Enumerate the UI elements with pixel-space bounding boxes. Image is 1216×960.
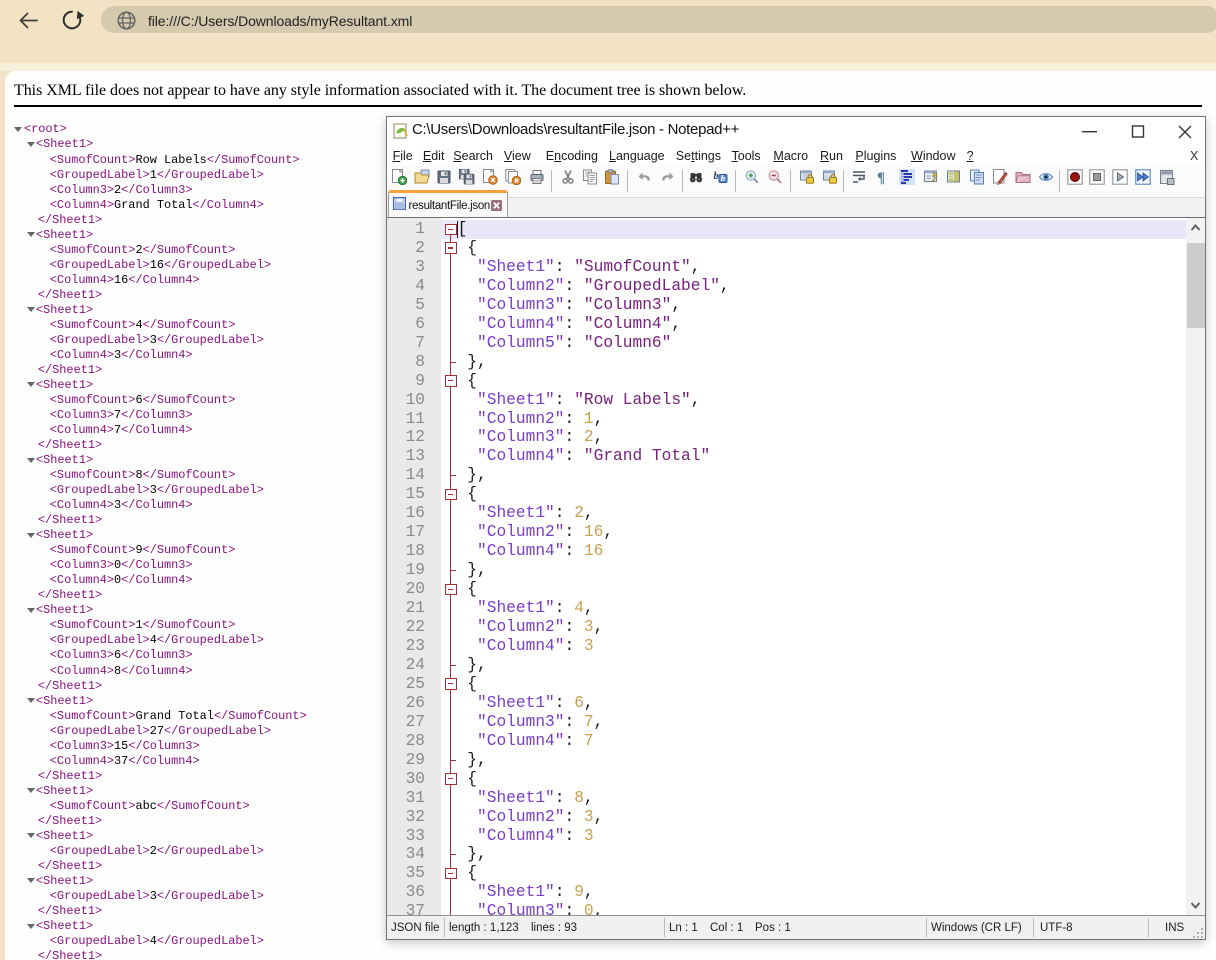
svg-text:b: b <box>720 173 724 183</box>
svg-text:b: b <box>713 171 718 182</box>
svg-text:¶: ¶ <box>877 170 885 185</box>
